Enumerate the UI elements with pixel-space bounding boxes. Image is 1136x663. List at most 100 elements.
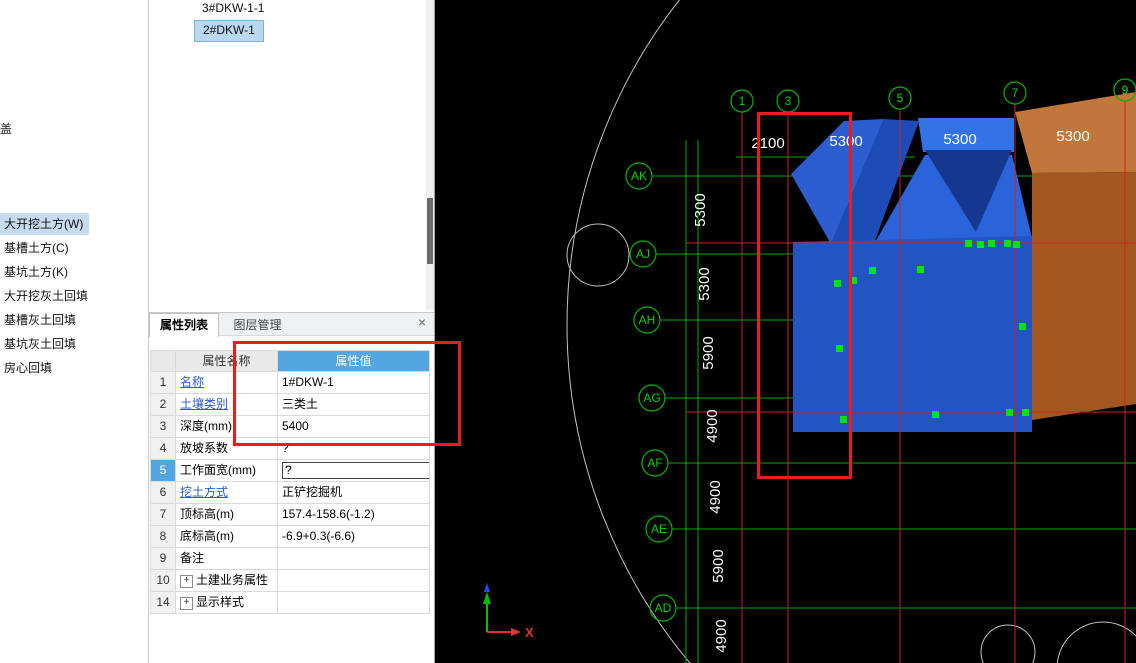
property-name[interactable]: 底标高(m) (176, 526, 278, 547)
property-name-label[interactable]: 土壤类别 (180, 397, 228, 411)
property-name-label: 底标高(m) (180, 529, 234, 543)
property-name[interactable]: + 土建业务属性 (176, 570, 278, 591)
row-axis-label: AF (647, 456, 662, 470)
property-row: 10 + 土建业务属性 (150, 570, 430, 592)
tab-layer-manage[interactable]: 图层管理 (223, 314, 291, 337)
grip-handle[interactable] (1004, 240, 1011, 247)
row-number[interactable]: 6 (151, 482, 176, 503)
orange-solid-front[interactable] (1032, 172, 1136, 420)
property-name-label: 显示样式 (196, 595, 245, 609)
property-name-label: 深度(mm) (180, 419, 232, 433)
top-dim-label: 5300 (943, 131, 976, 148)
property-name-label: 放坡系数 (180, 441, 229, 455)
property-name[interactable]: 挖土方式 (176, 482, 278, 503)
vertical-dim-label: 4900 (713, 619, 730, 652)
row-axis-label: AJ (636, 247, 650, 261)
expand-icon[interactable]: + (180, 597, 193, 610)
header-blank (151, 351, 176, 371)
property-name-label: 工作面宽(mm) (180, 463, 256, 477)
grip-handle[interactable] (1013, 241, 1020, 248)
vertical-dim-label: 4900 (704, 409, 721, 442)
property-value[interactable] (278, 548, 430, 569)
grip-handle[interactable] (1019, 323, 1026, 330)
annotation-rect-viewport (757, 112, 852, 479)
property-value[interactable] (278, 592, 430, 613)
annotation-rect-table (233, 341, 461, 446)
property-name-label[interactable]: 名称 (180, 375, 204, 389)
row-axis-label: AE (651, 522, 667, 536)
grip-handle[interactable] (932, 411, 939, 418)
expand-icon[interactable]: + (180, 575, 193, 588)
vertical-dim-label: 4900 (707, 480, 724, 513)
property-row: 14 + 显示样式 (150, 592, 430, 614)
col-axis-label: 7 (1012, 86, 1019, 100)
row-axis-label: AK (631, 169, 647, 183)
row-number[interactable]: 2 (151, 394, 176, 415)
property-row: 6 挖土方式 正铲挖掘机 (150, 482, 430, 504)
property-value[interactable] (278, 460, 430, 481)
col-axis-label: 1 (739, 94, 746, 108)
grip-handle[interactable] (1022, 409, 1029, 416)
row-axis-label: AG (643, 391, 660, 405)
col-axis-label: 9 (1122, 83, 1129, 97)
scrollbar[interactable] (426, 0, 434, 310)
property-name-label: 备注 (180, 551, 205, 565)
property-name-label: 土建业务属性 (196, 573, 269, 587)
grip-handle[interactable] (917, 266, 924, 273)
property-name[interactable]: + 显示样式 (176, 592, 278, 613)
grip-handle[interactable] (869, 267, 876, 274)
row-number[interactable]: 7 (151, 504, 176, 525)
property-name-label: 顶标高(m) (180, 507, 234, 521)
component-list-item[interactable]: 3#DKW-1-1 (194, 0, 272, 18)
property-value[interactable] (278, 570, 430, 591)
property-value[interactable]: 157.4-158.6(-1.2) (278, 504, 430, 525)
property-row: 7 顶标高(m) 157.4-158.6(-1.2) (150, 504, 430, 526)
sidebar-item[interactable]: 大开挖灰土回填 (0, 285, 94, 307)
scrollbar-thumb[interactable] (427, 198, 433, 264)
property-value-input[interactable] (282, 461, 429, 479)
grip-handle[interactable] (977, 241, 984, 248)
property-row: 8 底标高(m) -6.9+0.3(-6.6) (150, 526, 430, 548)
sidebar-item-partial[interactable]: 盖 (0, 120, 12, 137)
sidebar-item[interactable]: 基坑灰土回填 (0, 333, 82, 355)
property-name[interactable]: 工作面宽(mm) (176, 460, 278, 481)
grip-handle[interactable] (1006, 409, 1013, 416)
property-value[interactable]: -6.9+0.3(-6.6) (278, 526, 430, 547)
grip-handle[interactable] (988, 240, 995, 247)
sidebar-item[interactable]: 基坑土方(K) (0, 261, 74, 283)
property-name[interactable]: 顶标高(m) (176, 504, 278, 525)
row-number[interactable]: 9 (151, 548, 176, 569)
row-axis-label: AD (655, 601, 672, 615)
sidebar-item[interactable]: 大开挖土方(W) (0, 213, 90, 235)
grip-handle[interactable] (965, 240, 972, 247)
col-axis-label: 5 (897, 91, 904, 105)
vertical-dim-label: 5900 (700, 336, 717, 369)
row-number[interactable]: 5 (151, 460, 176, 481)
property-row: 5 工作面宽(mm) (150, 460, 430, 482)
sidebar-item[interactable]: 房心回填 (0, 357, 58, 379)
vertical-dim-label: 5300 (696, 267, 713, 300)
sidebar-item[interactable]: 基槽灰土回填 (0, 309, 82, 331)
row-number[interactable]: 3 (151, 416, 176, 437)
close-icon[interactable]: × (418, 314, 426, 330)
row-number[interactable]: 8 (151, 526, 176, 547)
left-sidebar: 盖 大开挖土方(W) 基槽土方(C) 基坑土方(K) 大开挖灰土回填 基槽灰土回填 基坑灰… (0, 0, 148, 663)
app-window: 盖 大开挖土方(W) 基槽土方(C) 基坑土方(K) 大开挖灰土回填 基槽灰土回填 基坑灰… (0, 0, 1136, 663)
sidebar-item[interactable]: 基槽土方(C) (0, 237, 75, 259)
property-row: 9 备注 (150, 548, 430, 570)
row-number[interactable]: 1 (151, 372, 176, 393)
property-name[interactable]: 备注 (176, 548, 278, 569)
component-panel: 3#DKW-1-1 2#DKW-1 属性列表 图层管理 × 属性名称 属性值 1名… (148, 0, 435, 663)
row-axis-label: AH (639, 313, 656, 327)
property-value[interactable]: 正铲挖掘机 (278, 482, 430, 503)
property-name-label[interactable]: 挖土方式 (180, 485, 228, 499)
col-axis-label: 3 (785, 94, 792, 108)
row-number[interactable]: 4 (151, 438, 176, 459)
vertical-dim-label: 5300 (692, 193, 709, 226)
vertical-dim-label: 5900 (710, 549, 727, 582)
row-number[interactable]: 14 (151, 592, 176, 613)
panel-tabs: 属性列表 图层管理 × (149, 312, 434, 337)
component-list-item[interactable]: 2#DKW-1 (194, 20, 264, 42)
tab-property-list[interactable]: 属性列表 (149, 313, 220, 337)
row-number[interactable]: 10 (151, 570, 176, 591)
